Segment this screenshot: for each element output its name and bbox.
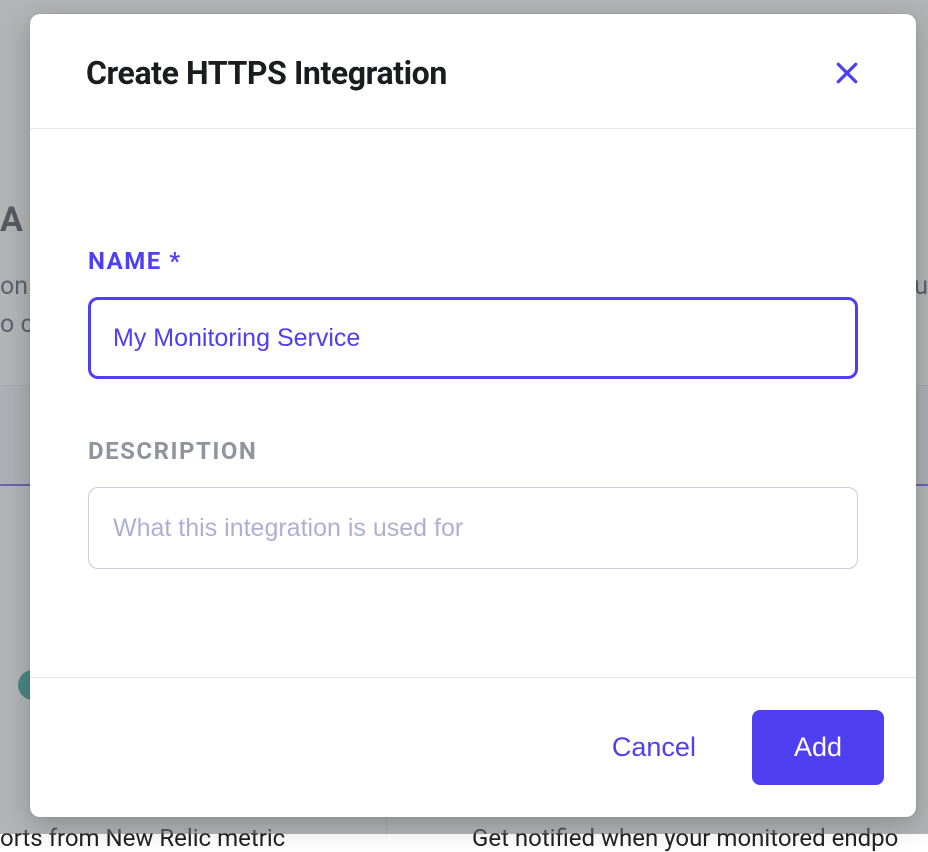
description-field: DESCRIPTION xyxy=(88,437,858,569)
close-button[interactable] xyxy=(826,52,868,94)
modal-body: NAME * DESCRIPTION xyxy=(30,129,916,677)
add-button[interactable]: Add xyxy=(752,710,884,785)
cancel-button[interactable]: Cancel xyxy=(600,722,708,773)
close-icon xyxy=(832,58,862,88)
create-https-integration-modal: Create HTTPS Integration NAME * DESCRIPT… xyxy=(30,14,916,817)
modal-footer: Cancel Add xyxy=(30,677,916,817)
name-label: NAME * xyxy=(88,247,858,275)
description-label: DESCRIPTION xyxy=(88,437,858,465)
modal-title: Create HTTPS Integration xyxy=(86,54,447,92)
name-field: NAME * xyxy=(88,247,858,379)
modal-header: Create HTTPS Integration xyxy=(30,14,916,129)
description-input[interactable] xyxy=(88,487,858,569)
name-input[interactable] xyxy=(88,297,858,379)
